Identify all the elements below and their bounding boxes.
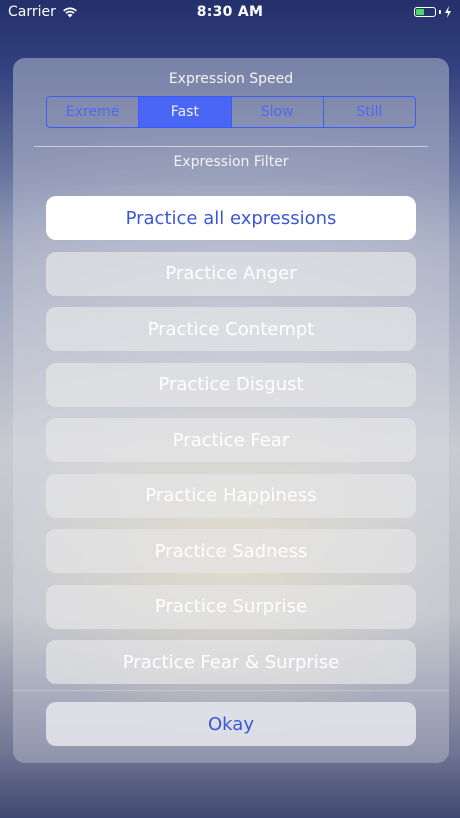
expression-speed-label: Expression Speed xyxy=(168,71,294,87)
battery-level-fill xyxy=(416,9,425,15)
battery-icon xyxy=(414,7,436,17)
battery-indicator xyxy=(414,6,452,18)
settings-sheet: Expression Speed Exreme Fast Slow Still … xyxy=(13,58,449,763)
segment-slow[interactable]: Slow xyxy=(232,97,324,127)
segment-fast[interactable]: Fast xyxy=(139,97,232,127)
practice-all-expressions-button[interactable]: Practice all expressions xyxy=(46,196,416,240)
status-bar: Carrier 8:30 AM xyxy=(0,0,460,24)
practice-happiness-button[interactable]: Practice Happiness xyxy=(46,473,416,518)
charging-icon xyxy=(445,6,451,18)
practice-surprise-button[interactable]: Practice Surprise xyxy=(46,584,416,629)
expression-filter-label: Expression Filter xyxy=(173,154,289,170)
segment-still[interactable]: Still xyxy=(324,97,415,127)
actions-divider xyxy=(13,690,449,691)
practice-sadness-button[interactable]: Practice Sadness xyxy=(46,529,416,573)
practice-disgust-button[interactable]: Practice Disgust xyxy=(46,362,416,407)
battery-tip xyxy=(439,10,441,14)
practice-contempt-button[interactable]: Practice Contempt xyxy=(46,307,416,351)
practice-anger-button[interactable]: Practice Anger xyxy=(46,251,416,296)
practice-fear-button[interactable]: Practice Fear xyxy=(46,418,416,462)
okay-button[interactable]: Okay xyxy=(46,702,416,746)
section-divider xyxy=(34,146,428,147)
clock: 8:30 AM xyxy=(196,4,264,20)
segment-exreme[interactable]: Exreme xyxy=(47,97,140,127)
practice-fear-surprise-button[interactable]: Practice Fear & Surprise xyxy=(46,640,416,684)
speed-segmented-control: Exreme Fast Slow Still xyxy=(46,96,416,128)
